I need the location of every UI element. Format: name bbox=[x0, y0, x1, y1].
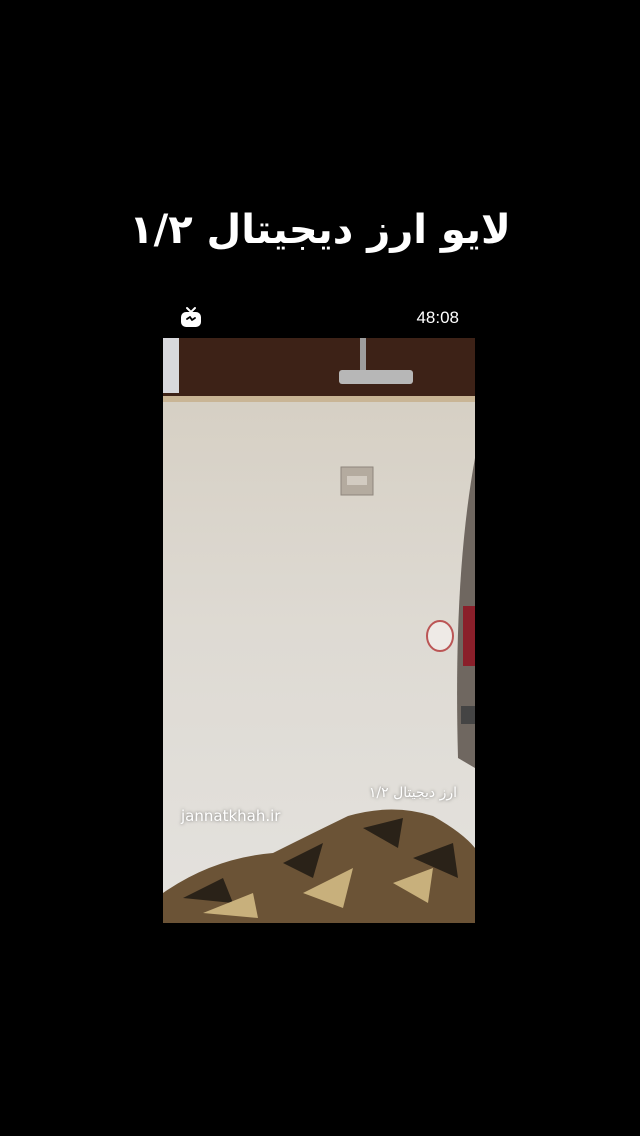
video-scene bbox=[163, 338, 475, 923]
post-title: لایو ارز دیجیتال ۱/۲ bbox=[129, 207, 511, 253]
igtv-icon[interactable] bbox=[180, 306, 202, 328]
video-caption: ارز دیجیتال ۱/۲ bbox=[368, 785, 457, 801]
watermark: jannatkhah.ir bbox=[181, 807, 281, 825]
video-timer: 48:08 bbox=[416, 308, 459, 327]
video-frame[interactable]: ارز دیجیتال ۱/۲ jannatkhah.ir bbox=[163, 338, 475, 923]
player-header: 48:08 bbox=[163, 300, 475, 338]
